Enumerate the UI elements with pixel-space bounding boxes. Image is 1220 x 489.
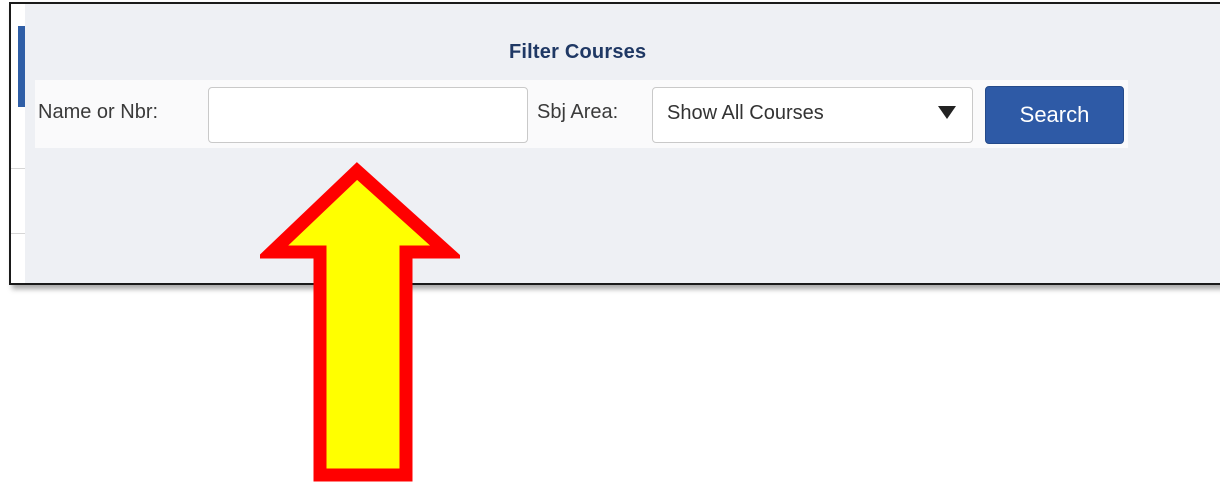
left-sidebar-strip <box>11 4 25 283</box>
screenshot-frame: Filter Courses Name or Nbr: Sbj Area: Sh… <box>9 2 1220 285</box>
filter-bar: Name or Nbr: Sbj Area: Show All Courses … <box>35 80 1128 148</box>
up-arrow-icon <box>260 162 460 482</box>
search-button[interactable]: Search <box>985 86 1124 144</box>
subject-area-select[interactable]: Show All Courses <box>652 87 973 143</box>
divider <box>11 233 25 234</box>
filter-panel: Filter Courses Name or Nbr: Sbj Area: Sh… <box>25 4 1220 283</box>
subject-area-selected-value: Show All Courses <box>667 102 824 124</box>
name-or-number-input[interactable] <box>208 87 528 143</box>
subject-area-label: Sbj Area: <box>537 101 619 123</box>
sidebar-accent-bar <box>18 26 25 107</box>
divider <box>11 168 25 169</box>
caret-down-icon <box>938 106 956 119</box>
name-or-number-label: Name or Nbr: <box>38 101 159 123</box>
filter-title: Filter Courses <box>509 41 647 63</box>
